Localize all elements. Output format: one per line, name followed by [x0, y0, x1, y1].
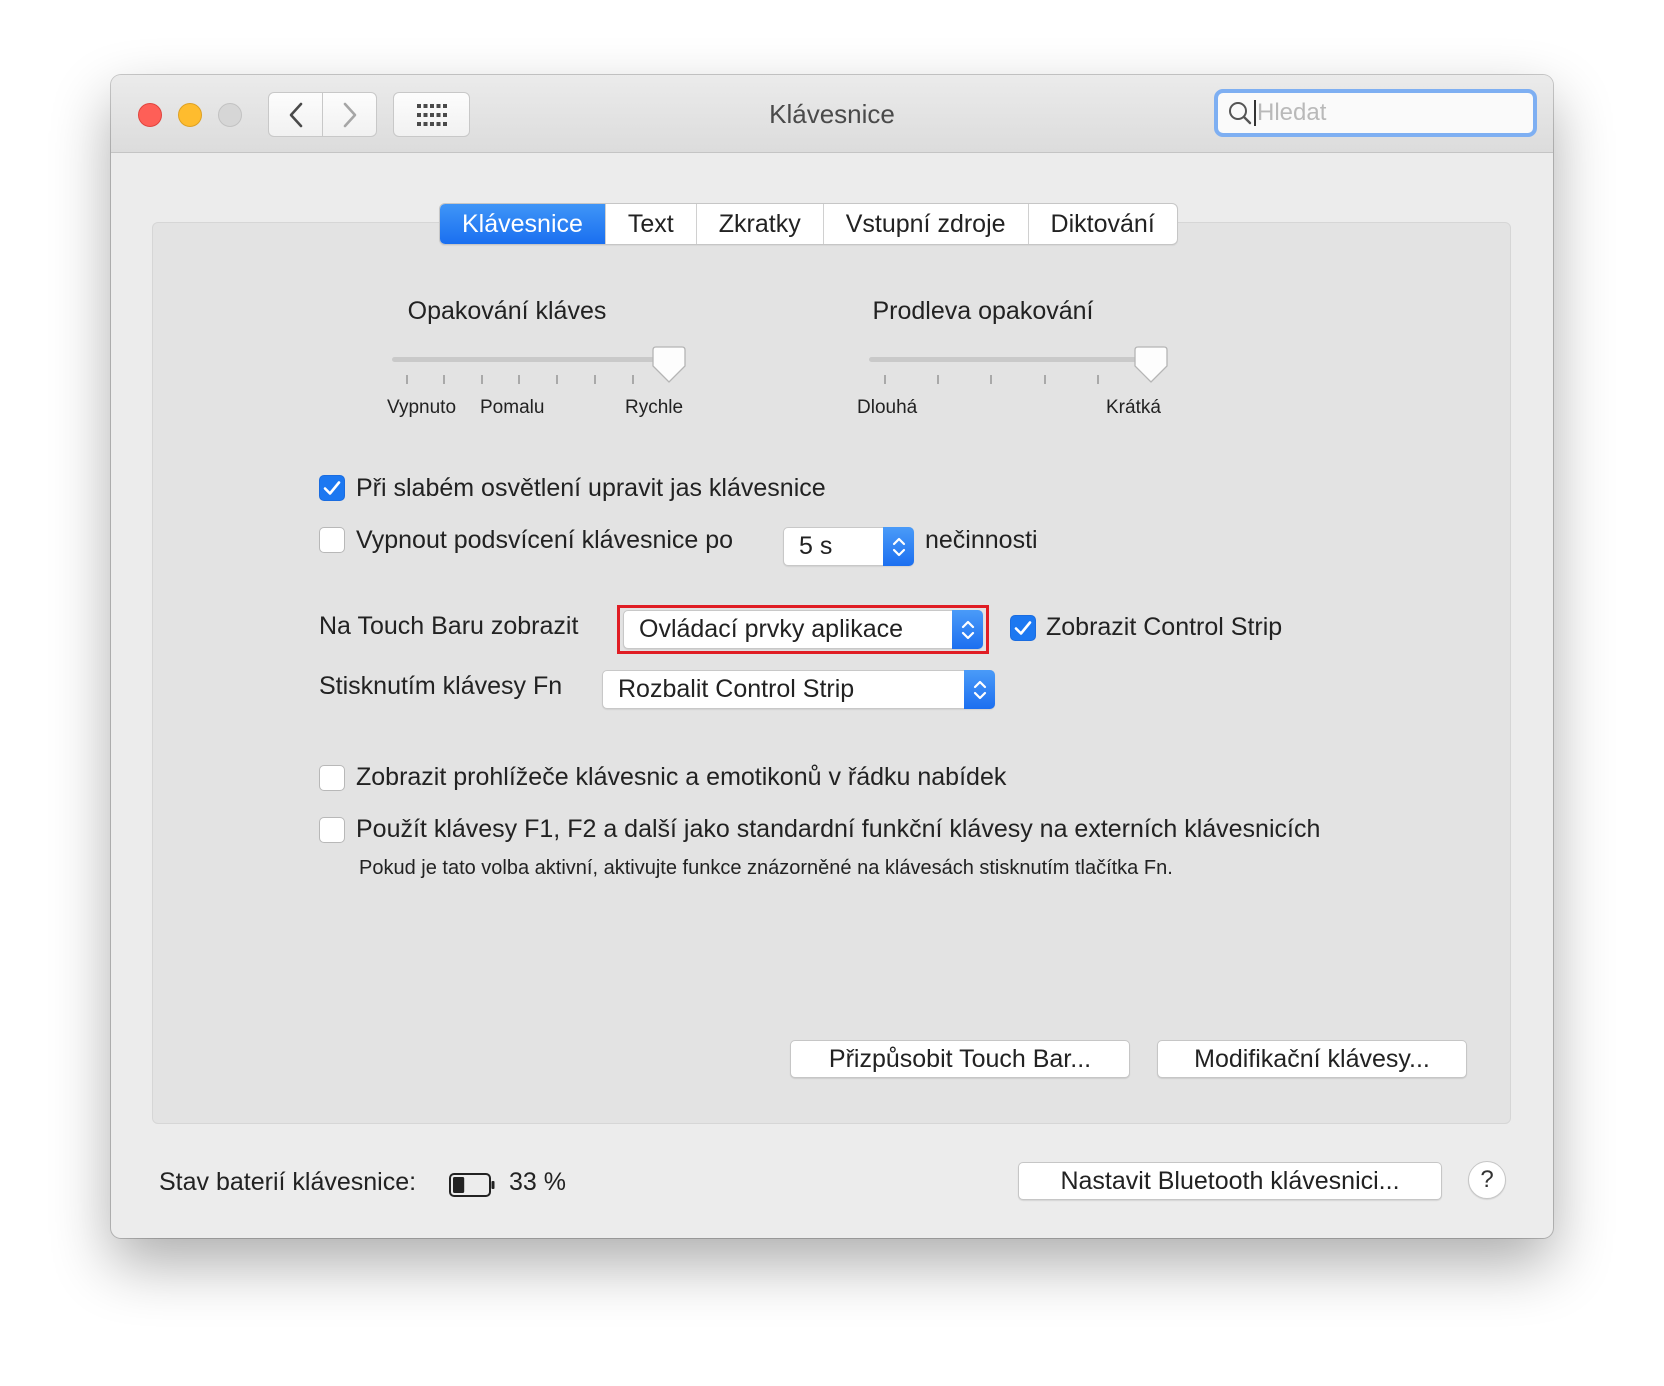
repeat-delay-label-long: Dlouhá [857, 397, 918, 418]
tick [556, 375, 558, 384]
tab-bar: Klávesnice Text Zkratky Vstupní zdroje D… [439, 203, 1178, 245]
key-repeat-track[interactable] [392, 357, 677, 362]
tick [1044, 375, 1046, 384]
tick [443, 375, 445, 384]
repeat-delay-track[interactable] [869, 357, 1154, 362]
search-field[interactable]: Hledat [1214, 89, 1537, 137]
function-keys-label: Použít klávesy F1, F2 a další jako stand… [356, 815, 1321, 843]
key-repeat-label-fast: Rychle [625, 397, 684, 418]
tick [1097, 375, 1099, 384]
show-viewers-label: Zobrazit prohlížeče klávesnic a emotikon… [356, 763, 1007, 791]
fn-key-value: Rozbalit Control Strip [618, 675, 855, 703]
checkmark-icon [1014, 621, 1032, 635]
fn-key-label: Stisknutím klávesy Fn [319, 672, 563, 700]
tab-diktovani[interactable]: Diktování [1027, 204, 1177, 244]
repeat-delay-title: Prodleva opakování [872, 297, 1094, 325]
battery-level-fill [453, 1177, 465, 1193]
checkmark-icon [323, 481, 341, 495]
setup-bluetooth-button[interactable]: Nastavit Bluetooth klávesnici... [1018, 1162, 1442, 1200]
battery-percent: 33 % [509, 1168, 566, 1196]
popup-stepper [883, 527, 914, 566]
search-icon [1229, 102, 1252, 125]
title-bar: Klávesnice Hledat [111, 75, 1553, 153]
customize-touchbar-button[interactable]: Přizpůsobit Touch Bar... [790, 1040, 1130, 1078]
chevron-up-down-icon [973, 680, 986, 699]
backlight-timeout-popup[interactable]: 5 s [783, 527, 914, 566]
tab-zkratky[interactable]: Zkratky [695, 204, 823, 244]
battery-icon [449, 1173, 495, 1197]
tab-vstupni-zdroje[interactable]: Vstupní zdroje [822, 204, 1028, 244]
highlight-box [617, 605, 989, 654]
function-keys-note: Pokud je tato volba aktivní, aktivujte f… [359, 857, 1173, 879]
adjust-brightness-checkbox[interactable] [319, 475, 345, 501]
key-repeat-label-slow: Pomalu [480, 397, 545, 418]
key-repeat-label-off: Vypnuto [387, 397, 457, 418]
tick [990, 375, 992, 384]
backlight-off-label: Vypnout podsvícení klávesnice po [356, 526, 734, 554]
function-keys-checkbox[interactable] [319, 817, 345, 843]
tick [937, 375, 939, 384]
backlight-off-suffix: nečinnosti [925, 526, 1038, 554]
adjust-brightness-label: Při slabém osvětlení upravit jas klávesn… [356, 474, 826, 502]
tick [518, 375, 520, 384]
repeat-delay-knob[interactable] [1134, 346, 1168, 384]
key-repeat-knob[interactable] [652, 346, 686, 384]
touchbar-label: Na Touch Baru zobrazit [319, 612, 579, 640]
repeat-delay-label-short: Krátká [1106, 397, 1161, 418]
popup-stepper [964, 670, 995, 709]
search-placeholder: Hledat [1254, 100, 1326, 126]
tick [481, 375, 483, 384]
tick [406, 375, 408, 384]
fn-key-popup[interactable]: Rozbalit Control Strip [602, 670, 995, 709]
chevron-up-down-icon [892, 537, 905, 556]
tick [594, 375, 596, 384]
preferences-window: Klávesnice Hledat Klávesnice Text Zkratk… [111, 75, 1553, 1238]
control-strip-checkbox[interactable] [1010, 615, 1036, 641]
help-button[interactable]: ? [1468, 1161, 1506, 1199]
show-viewers-checkbox[interactable] [319, 765, 345, 791]
backlight-off-checkbox[interactable] [319, 527, 345, 553]
backlight-timeout-value: 5 s [799, 532, 833, 560]
tab-klavesnice[interactable]: Klávesnice [440, 204, 605, 244]
modifier-keys-button[interactable]: Modifikační klávesy... [1157, 1040, 1467, 1078]
battery-label: Stav baterií klávesnice: [159, 1168, 417, 1196]
tick [884, 375, 886, 384]
tab-text[interactable]: Text [604, 204, 696, 244]
control-strip-label: Zobrazit Control Strip [1046, 613, 1283, 641]
key-repeat-title: Opakování kláves [407, 297, 607, 325]
tick [632, 375, 634, 384]
